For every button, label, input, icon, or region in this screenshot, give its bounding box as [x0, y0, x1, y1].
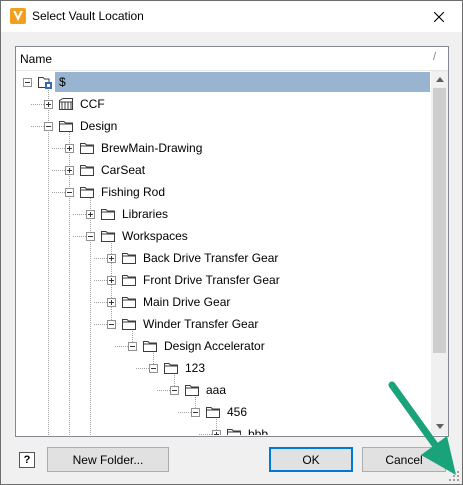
window-title: Select Vault Location	[32, 9, 144, 23]
expand-plus-icon[interactable]	[86, 210, 95, 219]
tree-node-label: 123	[185, 361, 206, 375]
tree-node-bbb[interactable]: bbb	[16, 423, 430, 435]
tree-node-root[interactable]: $	[16, 71, 430, 93]
folder-icon	[100, 228, 116, 244]
vertical-scrollbar[interactable]	[431, 71, 448, 435]
tree-node-label: Libraries	[122, 207, 169, 221]
cancel-button-label: Cancel	[385, 452, 423, 467]
folder-icon	[226, 426, 242, 435]
tree-node-winder-transfer-gear[interactable]: Winder Transfer Gear	[16, 313, 430, 335]
column-header-separator: /	[432, 51, 436, 63]
tree-node-label: Front Drive Transfer Gear	[143, 273, 280, 287]
library-folder-icon	[58, 96, 74, 112]
expand-plus-icon[interactable]	[107, 254, 116, 263]
cancel-button[interactable]: Cancel	[362, 447, 446, 472]
folder-icon	[142, 338, 158, 354]
tree-node-label: Fishing Rod	[101, 185, 166, 199]
ok-button[interactable]: OK	[269, 447, 353, 472]
selection-highlight	[55, 72, 430, 92]
close-button[interactable]	[416, 1, 462, 32]
collapse-minus-icon[interactable]	[128, 342, 137, 351]
folder-icon	[79, 184, 95, 200]
expand-plus-icon[interactable]	[212, 430, 221, 435]
scroll-down-button[interactable]	[431, 418, 448, 435]
tree-node-label: bbb	[248, 427, 269, 435]
folder-icon	[205, 404, 221, 420]
collapse-minus-icon[interactable]	[44, 122, 53, 131]
expand-plus-icon[interactable]	[65, 144, 74, 153]
folder-icon	[184, 382, 200, 398]
tree-node-workspaces[interactable]: Workspaces	[16, 225, 430, 247]
tree-node-aaa[interactable]: aaa	[16, 379, 430, 401]
tree-node-label: Design Accelerator	[164, 339, 265, 353]
ok-button-label: OK	[302, 452, 320, 467]
collapse-minus-icon[interactable]	[107, 320, 116, 329]
scroll-up-arrow-icon	[435, 77, 444, 82]
tree-node-ccf[interactable]: CCF	[16, 93, 430, 115]
column-header-name[interactable]: Name /	[16, 47, 448, 71]
tree-node-label: Back Drive Transfer Gear	[143, 251, 279, 265]
vault-tree-panel: Name / $ CCF Design BrewMain-Drawing CarSeat…	[15, 46, 449, 437]
select-vault-location-dialog: Select Vault Location Name / $ CCF Design B…	[0, 0, 463, 485]
tree-node-back-drive-transfer-gear[interactable]: Back Drive Transfer Gear	[16, 247, 430, 269]
expand-plus-icon[interactable]	[107, 298, 116, 307]
collapse-minus-icon[interactable]	[170, 386, 179, 395]
tree-node-label: Main Drive Gear	[143, 295, 231, 309]
collapse-minus-icon[interactable]	[65, 188, 74, 197]
tree-node-label: CarSeat	[101, 163, 146, 177]
collapse-minus-icon[interactable]	[149, 364, 158, 373]
folder-icon	[100, 206, 116, 222]
tree-node-brewmain-drawing[interactable]: BrewMain-Drawing	[16, 137, 430, 159]
folder-icon	[58, 118, 74, 134]
tree-node-label: $	[56, 74, 69, 90]
folder-icon	[121, 294, 137, 310]
folder-icon	[79, 140, 95, 156]
tree-node-label: 456	[227, 405, 248, 419]
folder-icon	[121, 250, 137, 266]
tree-node-design[interactable]: Design	[16, 115, 430, 137]
tree-node-design-accelerator[interactable]: Design Accelerator	[16, 335, 430, 357]
close-icon	[434, 11, 444, 22]
resize-grip-icon[interactable]	[448, 470, 460, 482]
tree-node-label: CCF	[80, 97, 105, 111]
vault-app-icon	[10, 8, 26, 24]
help-button[interactable]: ?	[19, 452, 35, 468]
tree-node-main-drive-gear[interactable]: Main Drive Gear	[16, 291, 430, 313]
tree-node-carseat[interactable]: CarSeat	[16, 159, 430, 181]
title-bar[interactable]: Select Vault Location	[1, 1, 462, 32]
expand-plus-icon[interactable]	[107, 276, 116, 285]
tree-node-libraries[interactable]: Libraries	[16, 203, 430, 225]
tree-node-front-drive-transfer-gear[interactable]: Front Drive Transfer Gear	[16, 269, 430, 291]
tree-node-label: Design	[80, 119, 118, 133]
tree-node-label: Workspaces	[122, 229, 188, 243]
collapse-minus-icon[interactable]	[23, 78, 32, 87]
new-folder-button-label: New Folder...	[72, 452, 144, 467]
scroll-thumb[interactable]	[433, 88, 446, 353]
tree-node-fishing-rod[interactable]: Fishing Rod	[16, 181, 430, 203]
folder-icon	[121, 316, 137, 332]
scroll-up-button[interactable]	[431, 71, 448, 88]
tree-node-label: BrewMain-Drawing	[101, 141, 203, 155]
tree-node-456[interactable]: 456	[16, 401, 430, 423]
column-header-label: Name	[20, 52, 53, 66]
tree-node-label: aaa	[206, 383, 227, 397]
folder-icon	[121, 272, 137, 288]
vault-root-icon	[37, 74, 53, 90]
collapse-minus-icon[interactable]	[191, 408, 200, 417]
scroll-down-arrow-icon	[435, 424, 444, 429]
tree-node-123[interactable]: 123	[16, 357, 430, 379]
expand-plus-icon[interactable]	[65, 166, 74, 175]
tree-node-label: Winder Transfer Gear	[143, 317, 259, 331]
new-folder-button[interactable]: New Folder...	[47, 447, 169, 472]
expand-plus-icon[interactable]	[44, 100, 53, 109]
collapse-minus-icon[interactable]	[86, 232, 95, 241]
vault-folder-tree[interactable]: $ CCF Design BrewMain-Drawing CarSeat Fishing…	[16, 71, 430, 435]
folder-icon	[163, 360, 179, 376]
folder-icon	[79, 162, 95, 178]
